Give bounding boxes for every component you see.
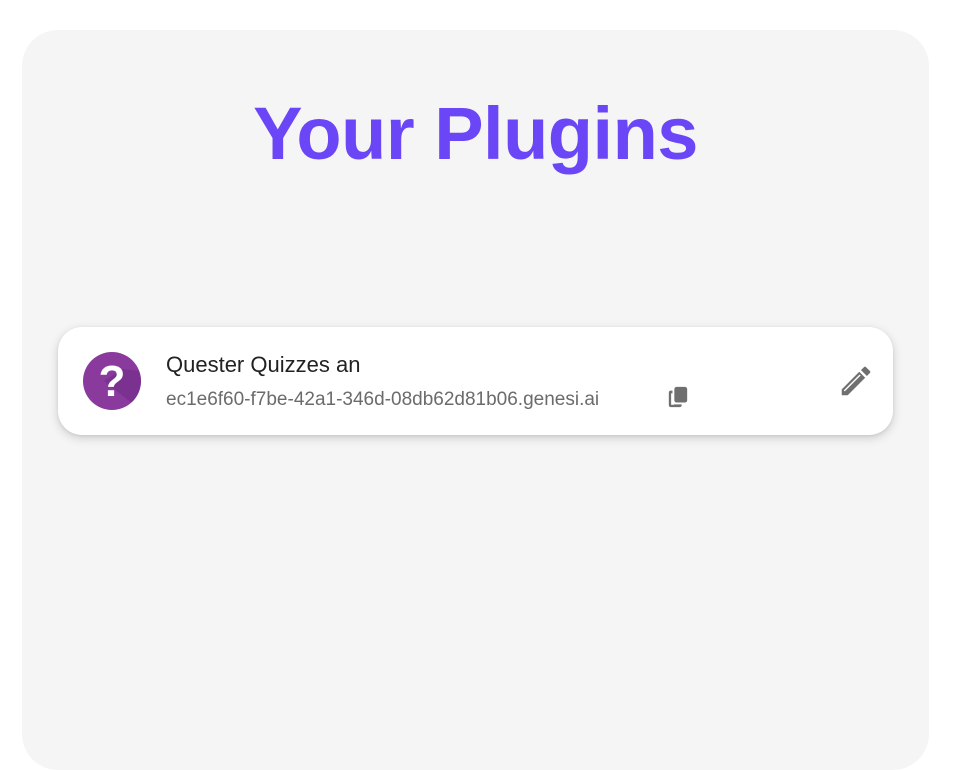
svg-text:?: ?	[99, 357, 126, 406]
plugin-domain: ec1e6f60-f7be-42a1-346d-08db62d81b06.gen…	[166, 389, 600, 410]
plugin-name: Quester Quizzes an	[166, 352, 361, 377]
question-mark-icon: ?	[82, 351, 142, 411]
page-title: Your Plugins	[253, 92, 698, 175]
plugins-panel: Your Plugins ? Quester Quizzes an ec1e6f…	[22, 30, 929, 770]
plugin-card[interactable]: ? Quester Quizzes an ec1e6f60-f7be-42a1-…	[58, 327, 893, 435]
copy-icon[interactable]	[664, 383, 692, 411]
pencil-icon[interactable]	[834, 359, 878, 403]
